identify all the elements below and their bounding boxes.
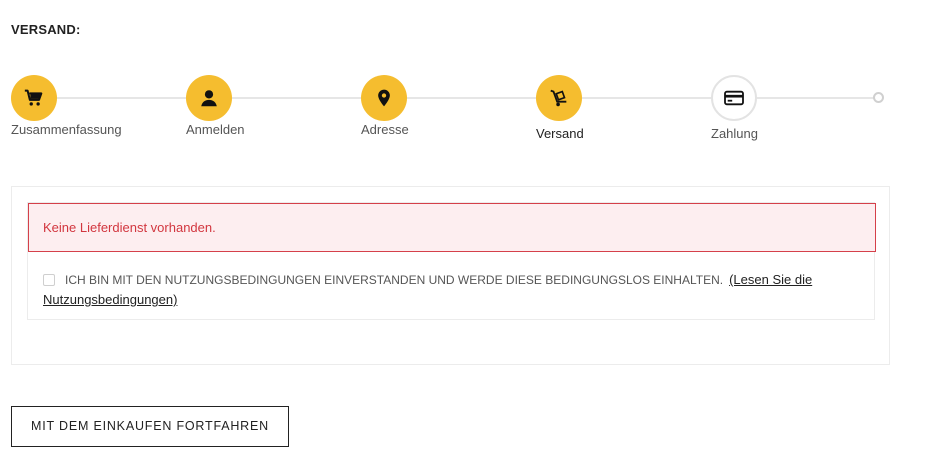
- map-pin-icon: [361, 75, 407, 121]
- step-summary[interactable]: Zusammenfassung: [0, 60, 200, 160]
- user-icon: [186, 75, 232, 121]
- terms-text: ICH BIN MIT DEN NUTZUNGSBEDINGUNGEN EINV…: [65, 273, 724, 287]
- step-shipping[interactable]: Versand: [525, 60, 725, 160]
- credit-card-icon: [711, 75, 757, 121]
- step-label: Adresse: [361, 122, 409, 137]
- step-label: Zusammenfassung: [11, 122, 122, 137]
- steps-end-dot: [873, 92, 884, 103]
- shipping-options-box: Keine Lieferdienst vorhanden. ICH BIN MI…: [27, 202, 876, 320]
- step-address[interactable]: Adresse: [350, 60, 550, 160]
- checkout-steps: Zusammenfassung Anmelden Adresse Versand…: [0, 60, 949, 160]
- terms-agreement: ICH BIN MIT DEN NUTZUNGSBEDINGUNGEN EINV…: [43, 270, 863, 310]
- step-label: Zahlung: [711, 126, 758, 141]
- step-label: Versand: [536, 126, 584, 141]
- step-payment[interactable]: Zahlung: [700, 60, 900, 160]
- continue-shopping-button[interactable]: MIT DEM EINKAUFEN FORTFAHREN: [11, 406, 289, 447]
- shipping-panel: Keine Lieferdienst vorhanden. ICH BIN MI…: [11, 186, 890, 365]
- step-label: Anmelden: [186, 122, 245, 137]
- terms-checkbox[interactable]: [43, 274, 55, 286]
- error-alert: Keine Lieferdienst vorhanden.: [28, 203, 876, 252]
- cart-icon: [11, 75, 57, 121]
- hand-truck-icon: [536, 75, 582, 121]
- page-title: VERSAND:: [11, 22, 81, 37]
- step-login[interactable]: Anmelden: [175, 60, 375, 160]
